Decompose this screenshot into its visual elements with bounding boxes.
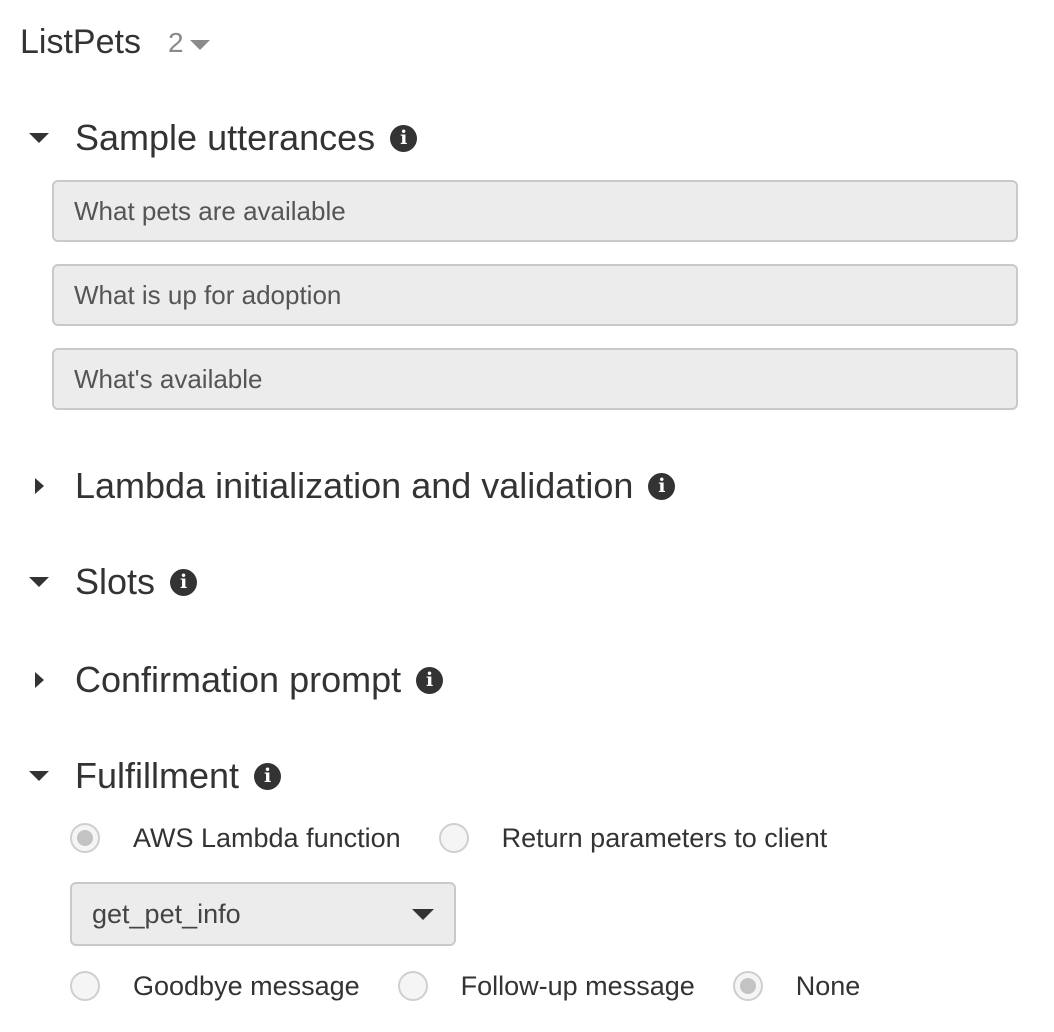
section-title: Lambda initialization and validation — [75, 465, 634, 506]
info-icon[interactable]: i — [390, 124, 418, 152]
caret-down-icon[interactable] — [26, 569, 52, 595]
section-sample-utterances[interactable]: Sample utterances i — [26, 116, 418, 160]
section-title: Confirmation prompt — [75, 659, 402, 700]
version-number: 2 — [168, 27, 184, 58]
caret-right-icon[interactable] — [26, 473, 52, 499]
chevron-down-icon — [412, 908, 434, 920]
section-fulfillment[interactable]: Fulfillment i — [26, 754, 282, 798]
chevron-down-icon — [189, 40, 210, 50]
caret-right-icon[interactable] — [26, 667, 52, 693]
info-icon[interactable]: i — [170, 568, 198, 596]
info-icon[interactable]: i — [254, 762, 282, 790]
section-title: Fulfillment — [75, 755, 240, 796]
radio-return-parameters[interactable] — [438, 823, 469, 853]
section-slots[interactable]: Slots i — [26, 560, 198, 604]
section-confirmation-prompt[interactable]: Confirmation prompt i — [26, 658, 444, 702]
info-icon[interactable]: i — [416, 666, 444, 694]
version-dropdown[interactable]: 2 — [168, 26, 210, 60]
utterance-field[interactable]: What's available — [52, 348, 1018, 410]
message-radio-group: Goodbye message Follow-up message None — [70, 969, 860, 1003]
utterance-field[interactable]: What pets are available — [52, 180, 1018, 242]
caret-down-icon[interactable] — [26, 763, 52, 789]
radio-follow-up-message[interactable] — [397, 971, 428, 1001]
section-title: Sample utterances — [75, 117, 376, 158]
radio-label[interactable]: AWS Lambda function — [133, 823, 401, 854]
select-value: get_pet_info — [92, 898, 241, 929]
radio-label[interactable]: Follow-up message — [461, 971, 695, 1002]
radio-label[interactable]: None — [796, 971, 861, 1002]
section-lambda-initialization[interactable]: Lambda initialization and validation i — [26, 464, 676, 508]
caret-down-icon[interactable] — [26, 125, 52, 151]
info-icon[interactable]: i — [648, 472, 676, 500]
utterance-field[interactable]: What is up for adoption — [52, 264, 1018, 326]
radio-none[interactable] — [732, 971, 763, 1001]
lambda-function-select[interactable]: get_pet_info — [70, 882, 456, 946]
section-title: Slots — [75, 561, 156, 602]
radio-label[interactable]: Return parameters to client — [502, 823, 828, 854]
radio-aws-lambda-function[interactable] — [70, 823, 100, 853]
radio-goodbye-message[interactable] — [70, 971, 100, 1001]
radio-label[interactable]: Goodbye message — [133, 971, 360, 1002]
fulfillment-type-radio-group: AWS Lambda function Return parameters to… — [70, 821, 827, 855]
intent-title: ListPets — [20, 23, 141, 61]
